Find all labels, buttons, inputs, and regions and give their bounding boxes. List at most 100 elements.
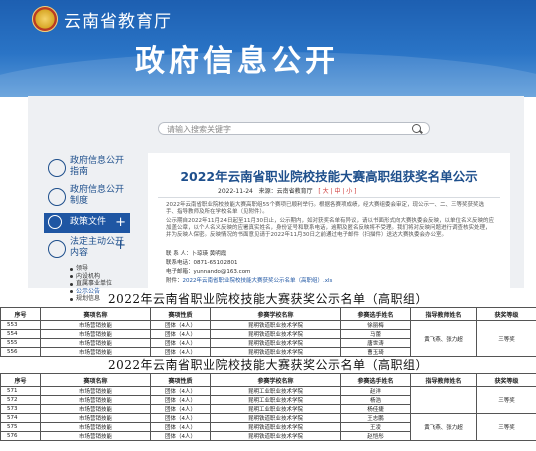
table-cell: 黄飞燕、张力超 xyxy=(410,413,477,441)
table-cell: 王志鹏 xyxy=(340,413,411,423)
article-paragraph: 2022年云南省职业院校技能大赛高职组55个赛项已顺利举行。根据各赛项成绩，经大… xyxy=(166,202,484,215)
table-cell: 团体（4人） xyxy=(150,413,211,423)
table-cell: 571 xyxy=(0,386,41,396)
table-cell: 王凌 xyxy=(340,422,411,432)
table-cell: 市场营销技能 xyxy=(40,431,151,441)
sidebar-item-label: 政府信息公开指南 xyxy=(70,156,125,177)
table-cell: 团体（4人） xyxy=(150,395,211,405)
column-header: 赛项名称 xyxy=(40,373,151,387)
article: 2022年云南省职业院校技能大赛高职组获奖名单公示 2022-11-24 来源：… xyxy=(148,153,510,288)
attachment-link[interactable]: 2022年云南省职业院校技能大赛获奖公示名单（高职组）.xls xyxy=(183,278,333,284)
sidebar-item-legal[interactable]: 法定主动公开内容 + xyxy=(44,236,130,262)
contact-person: 联 系 人：卜琼瑛 黄明霞 xyxy=(166,251,227,257)
attachment-label: 附件： xyxy=(166,278,183,284)
article-title: 2022年云南省职业院校技能大赛高职组获奖名单公示 xyxy=(180,169,478,184)
table-cell: 赵洋 xyxy=(340,386,411,396)
award-table: 序号 赛项名称 赛项性质 参赛学校名称 参赛选手姓名 指导教师姓名 获奖等级 5… xyxy=(0,307,536,357)
table-cell: 574 xyxy=(0,413,41,423)
table-cell: 554 xyxy=(0,329,41,339)
expand-icon[interactable]: + xyxy=(115,238,126,253)
contact-email: 电子邮箱：yunnando@163.com xyxy=(166,269,251,275)
table-cell: 徐丽梅 xyxy=(340,320,411,330)
column-header: 赛项性质 xyxy=(150,373,211,387)
font-size-switch[interactable]: [ 大 | 中 | 小 ] xyxy=(318,188,356,195)
table-cell: 572 xyxy=(0,395,41,405)
search-icon[interactable] xyxy=(412,124,421,133)
table-cell: 市场营销技能 xyxy=(40,347,151,357)
table-cell: 团体（4人） xyxy=(150,347,211,357)
table-cell: 团体（4人） xyxy=(150,422,211,432)
table-cell: 杨佳捷 xyxy=(340,404,411,414)
attachment: 附件：2022年云南省职业院校技能大赛获奖公示名单（高职组）.xls xyxy=(166,276,332,284)
column-header: 赛项性质 xyxy=(150,307,211,321)
table-cell: 市场营销技能 xyxy=(40,386,151,396)
sidebar-item-policy[interactable]: 政策文件 + xyxy=(44,213,130,233)
table-row: 553 市场营销技能 团体（4人） 昆明铁道职业技术学院 徐丽梅 黄飞燕、张力超… xyxy=(0,320,536,357)
sub-item-institutions[interactable]: 直属事业单位 xyxy=(70,280,130,288)
legal-icon xyxy=(48,240,66,258)
table-cell: 市场营销技能 xyxy=(40,413,151,423)
sidebar-item-guide[interactable]: 政府信息公开指南 xyxy=(44,155,130,181)
table-cell: 赵恺彤 xyxy=(340,431,411,441)
table-cell: 553 xyxy=(0,320,41,330)
table-cell: 576 xyxy=(0,431,41,441)
table-cell: 556 xyxy=(0,347,41,357)
table-cell: 市场营销技能 xyxy=(40,404,151,414)
article-meta: 2022-11-24 来源：云南省教育厅 [ 大 | 中 | 小 ] xyxy=(218,186,357,195)
table-cell: 575 xyxy=(0,422,41,432)
sub-item-leaders[interactable]: 领导 xyxy=(70,265,130,273)
search-input[interactable]: 请输入搜索关键字 xyxy=(158,122,430,135)
table-cell: 市场营销技能 xyxy=(40,338,151,348)
table-cell: 市场营销技能 xyxy=(40,329,151,339)
table-cell: 昆明铁道职业技术学院 xyxy=(210,347,341,357)
column-header: 获奖等级 xyxy=(476,373,536,387)
sidebar: 政府信息公开指南 政府信息公开制度 政策文件 + 法定主动公开内容 + 领导 内… xyxy=(44,155,130,303)
table-cell: 团体（4人） xyxy=(150,338,211,348)
table-cell: 555 xyxy=(0,338,41,348)
column-header: 参赛学校名称 xyxy=(210,373,341,387)
table-cell: 市场营销技能 xyxy=(40,320,151,330)
table-header-row: 序号 赛项名称 赛项性质 参赛学校名称 参赛选手姓名 指导教师姓名 获奖等级 xyxy=(0,307,536,321)
table-title: 2022年云南省职业院校技能大赛获奖公示名单（高职组） xyxy=(107,358,429,372)
table-cell: 昆明铁道职业技术学院 xyxy=(210,320,341,330)
table-cell: 团体（4人） xyxy=(150,404,211,414)
sub-item-departments[interactable]: 内设机构 xyxy=(70,273,130,281)
sidebar-item-label: 政府信息公开制度 xyxy=(70,185,125,206)
table-header-row: 序号 赛项名称 赛项性质 参赛学校名称 参赛选手姓名 指导教师姓名 获奖等级 xyxy=(0,373,536,387)
table-cell: 昆明工业职业技术学院 xyxy=(210,386,341,396)
table-cell: 市场营销技能 xyxy=(40,422,151,432)
table-cell: 昆明铁道职业技术学院 xyxy=(210,338,341,348)
table-cell: 黄飞燕、张力超 xyxy=(410,320,477,357)
document-icon xyxy=(48,188,66,206)
site-name[interactable]: 云南省教育厅 xyxy=(64,7,172,32)
table-title: 2022年云南省职业院校技能大赛获奖公示名单（高职组） xyxy=(107,292,429,306)
table-cell: 三等奖 xyxy=(476,320,536,357)
sidebar-item-system[interactable]: 政府信息公开制度 xyxy=(44,184,130,210)
table-cell: 团体（4人） xyxy=(150,431,211,441)
national-emblem-icon xyxy=(32,6,58,32)
table-cell: 团体（4人） xyxy=(150,329,211,339)
table-cell: 三等奖 xyxy=(476,386,536,414)
table-cell: 昆明工业职业技术学院 xyxy=(210,404,341,414)
column-header: 赛项名称 xyxy=(40,307,151,321)
divider xyxy=(158,197,500,198)
article-source: 来源：云南省教育厅 xyxy=(258,188,313,195)
table-cell: 三等奖 xyxy=(476,413,536,441)
column-header: 获奖等级 xyxy=(476,307,536,321)
compass-icon xyxy=(48,159,66,177)
table-cell: 昆明铁道职业技术学院 xyxy=(210,329,341,339)
table-cell: 团体（4人） xyxy=(150,320,211,330)
table-row: 574 市场营销技能 团体（4人） 昆明铁道职业技术学院 王志鹏 黄飞燕、张力超… xyxy=(0,413,536,441)
table-cell: 昆明工业职业技术学院 xyxy=(210,395,341,405)
table-cell xyxy=(410,386,477,414)
column-header: 参赛选手姓名 xyxy=(340,307,411,321)
table-cell: 唐世涛 xyxy=(340,338,411,348)
award-tables: 2022年云南省职业院校技能大赛获奖公示名单（高职组） 序号 赛项名称 赛项性质… xyxy=(0,292,536,441)
column-header: 参赛选手姓名 xyxy=(340,373,411,387)
expand-icon[interactable]: + xyxy=(115,215,126,230)
table-cell: 杨浩 xyxy=(340,395,411,405)
column-header: 序号 xyxy=(0,373,41,387)
policy-icon xyxy=(48,215,62,229)
table-cell: 马蕾 xyxy=(340,329,411,339)
table-cell: 曹玉琦 xyxy=(340,347,411,357)
